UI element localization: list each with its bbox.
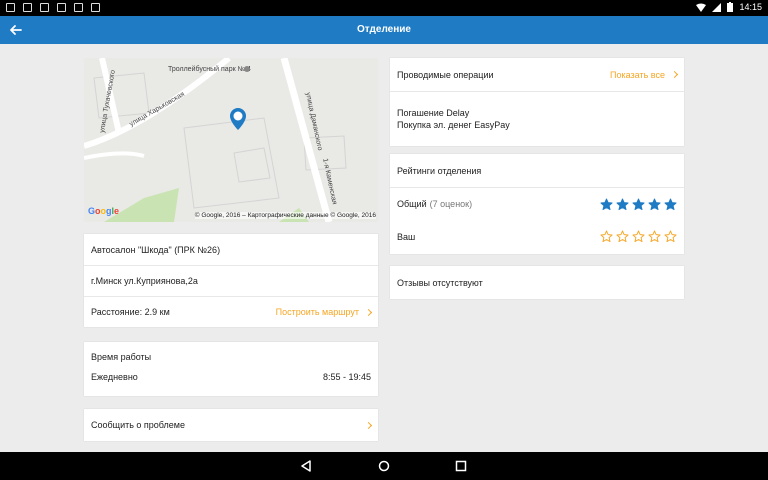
notification-icons — [6, 3, 100, 12]
your-rating-row: Ваш — [390, 220, 684, 253]
hours-card: Время работы Ежедневно 8:55 - 19:45 — [84, 342, 378, 396]
star-filled-icon — [600, 197, 613, 210]
branch-distance-row: Расстояние: 2.9 км Построить маршрут — [84, 296, 378, 327]
chevron-right-icon — [364, 421, 373, 429]
system-icons: 14:15 — [696, 2, 762, 12]
chevron-right-icon — [670, 70, 679, 79]
ratings-title: Рейтинги отделения — [397, 165, 482, 176]
operation-item: Покупка эл. денег EasyPay — [397, 120, 510, 130]
branch-info-card: Автосалон "Шкода" (ПРК №26) г.Минск ул.К… — [84, 234, 378, 327]
star-outline-icon[interactable] — [664, 230, 677, 243]
branch-address-row: г.Минск ул.Куприянова,2а — [84, 265, 378, 296]
branch-name: Автосалон "Шкода" (ПРК №26) — [91, 244, 221, 255]
status-bar: 14:15 — [0, 0, 768, 16]
hours-day: Ежедневно — [91, 372, 138, 382]
app-bar: Отделение — [0, 16, 768, 44]
star-outline-icon[interactable] — [648, 230, 661, 243]
overall-stars — [600, 197, 677, 211]
battery-icon — [727, 2, 734, 12]
star-outline-icon[interactable] — [632, 230, 645, 243]
page-title: Отделение — [357, 24, 411, 35]
star-filled-icon — [632, 197, 645, 210]
ratings-header-row: Рейтинги отделения — [390, 154, 684, 187]
clock: 14:15 — [739, 2, 762, 12]
show-all-label: Показать все — [610, 69, 665, 80]
ratings-card: Рейтинги отделения Общий (7 оценок) Ваш — [390, 154, 684, 254]
branch-distance: Расстояние: 2.9 км — [91, 307, 170, 317]
reviews-card: Отзывы отсутствуют — [390, 266, 684, 299]
star-outline-icon[interactable] — [600, 230, 613, 243]
nav-recents-icon[interactable] — [455, 460, 467, 472]
nav-home-icon[interactable] — [378, 460, 390, 472]
poi-marker-icon — [244, 66, 250, 72]
overall-rating-label: Общий — [397, 199, 427, 209]
star-outline-icon[interactable] — [616, 230, 629, 243]
build-route-label: Построить маршрут — [275, 307, 359, 317]
hours-row: Ежедневно 8:55 - 19:45 — [84, 372, 378, 394]
star-filled-icon — [664, 197, 677, 210]
branch-address: г.Минск ул.Куприянова,2а — [91, 276, 198, 286]
android-icon — [74, 3, 83, 12]
show-all-link[interactable]: Показать все — [610, 69, 679, 80]
operations-list: Погашение Delay Покупка эл. денег EasyPa… — [390, 91, 684, 146]
report-problem-label: Сообщить о проблеме — [91, 420, 185, 430]
report-problem-card[interactable]: Сообщить о проблеме — [84, 409, 378, 441]
image-icon — [40, 3, 49, 12]
operation-item: Погашение Delay — [397, 108, 470, 118]
operations-card: Проводимые операции Показать все Погашен… — [390, 58, 684, 146]
report-problem-row[interactable]: Сообщить о проблеме — [84, 409, 378, 441]
chevron-right-icon — [364, 308, 373, 316]
google-logo: Google — [88, 206, 120, 216]
notification-icon — [23, 3, 32, 12]
overall-rating-row: Общий (7 оценок) — [390, 187, 684, 220]
map-view[interactable]: Троллейбусный парк № 4 улица Тухачевског… — [84, 58, 378, 222]
branch-name-row: Автосалон "Шкода" (ПРК №26) — [84, 234, 378, 265]
nav-back-icon[interactable] — [300, 460, 312, 472]
notification-icon — [6, 3, 15, 12]
reviews-empty-text: Отзывы отсутствуют — [397, 277, 483, 288]
map-copyright: © Google, 2016 – Картографические данные… — [194, 212, 376, 219]
wifi-icon — [696, 3, 707, 12]
your-stars[interactable] — [600, 230, 677, 243]
hours-title: Время работы — [91, 352, 152, 362]
operations-header-row: Проводимые операции Показать все — [390, 58, 684, 91]
signal-icon — [712, 2, 722, 12]
hours-time: 8:55 - 19:45 — [322, 372, 371, 382]
bag-icon — [91, 3, 100, 12]
your-rating-label: Ваш — [397, 231, 416, 242]
hours-title-row: Время работы — [84, 342, 378, 372]
reviews-row: Отзывы отсутствуют — [390, 266, 684, 299]
navigation-bar — [0, 452, 768, 480]
build-route-link[interactable]: Построить маршрут — [275, 307, 373, 317]
map-label-park: Троллейбусный парк № 4 — [168, 66, 251, 73]
star-filled-icon — [616, 197, 629, 210]
overall-rating-count: (7 оценок) — [429, 199, 473, 209]
operations-title: Проводимые операции — [397, 69, 494, 80]
star-filled-icon — [648, 197, 661, 210]
phone-icon — [57, 3, 66, 12]
